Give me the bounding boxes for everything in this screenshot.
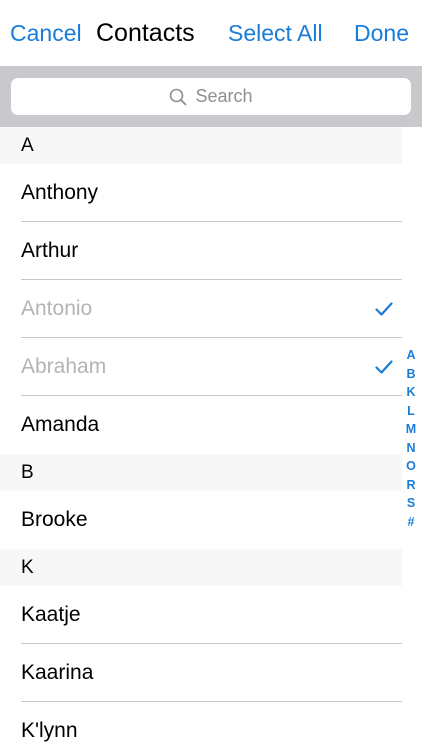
index-letter[interactable]: # — [408, 513, 415, 532]
index-letter[interactable]: O — [406, 457, 416, 476]
contact-name: K'lynn — [21, 719, 78, 742]
contact-row[interactable]: K'lynn — [0, 702, 402, 750]
contact-row[interactable]: Kaarina — [0, 644, 402, 702]
contact-name: Anthony — [21, 181, 99, 204]
search-input[interactable]: Search — [11, 78, 411, 115]
section-header-a: A — [0, 127, 402, 164]
navigation-bar: Cancel Contacts Select All Done — [0, 0, 422, 66]
contact-list: A Anthony Arthur Antonio Abraham Amanda B Brook… — [0, 127, 402, 750]
index-letter[interactable]: M — [406, 420, 416, 439]
search-placeholder: Search — [195, 86, 253, 106]
contact-row[interactable]: Arthur — [0, 222, 402, 280]
contact-row[interactable]: Antonio — [0, 280, 402, 338]
checkmark-icon — [374, 357, 394, 377]
contact-name: Kaatje — [21, 603, 81, 626]
page-title: Contacts — [96, 19, 195, 47]
index-letter[interactable]: S — [407, 494, 415, 513]
checkmark-icon — [374, 299, 394, 319]
contact-name: Brooke — [21, 508, 88, 531]
contact-name: Antonio — [21, 297, 93, 320]
contact-name: Arthur — [21, 239, 79, 262]
section-header-k: K — [0, 549, 402, 586]
contact-row[interactable]: Anthony — [0, 164, 402, 222]
section-index[interactable]: A B K L M N O R S # — [403, 346, 419, 531]
contact-row[interactable]: Brooke — [0, 491, 402, 549]
index-letter[interactable]: R — [406, 476, 415, 495]
index-letter[interactable]: L — [407, 402, 415, 421]
search-bar: Search — [0, 66, 422, 127]
contact-name: Kaarina — [21, 661, 94, 684]
index-letter[interactable]: A — [406, 346, 415, 365]
cancel-button[interactable]: Cancel — [10, 18, 82, 48]
index-letter[interactable]: B — [406, 365, 415, 384]
contact-row[interactable]: Kaatje — [0, 586, 402, 644]
section-header-b: B — [0, 454, 402, 491]
contact-name: Abraham — [21, 355, 107, 378]
contact-row[interactable]: Abraham — [0, 338, 402, 396]
contact-row[interactable]: Amanda — [0, 396, 402, 454]
select-all-button[interactable]: Select All — [228, 18, 323, 48]
index-letter[interactable]: N — [406, 439, 415, 458]
index-letter[interactable]: K — [406, 383, 415, 402]
search-icon — [170, 88, 187, 105]
contact-name: Amanda — [21, 413, 100, 436]
done-button[interactable]: Done — [354, 18, 409, 48]
